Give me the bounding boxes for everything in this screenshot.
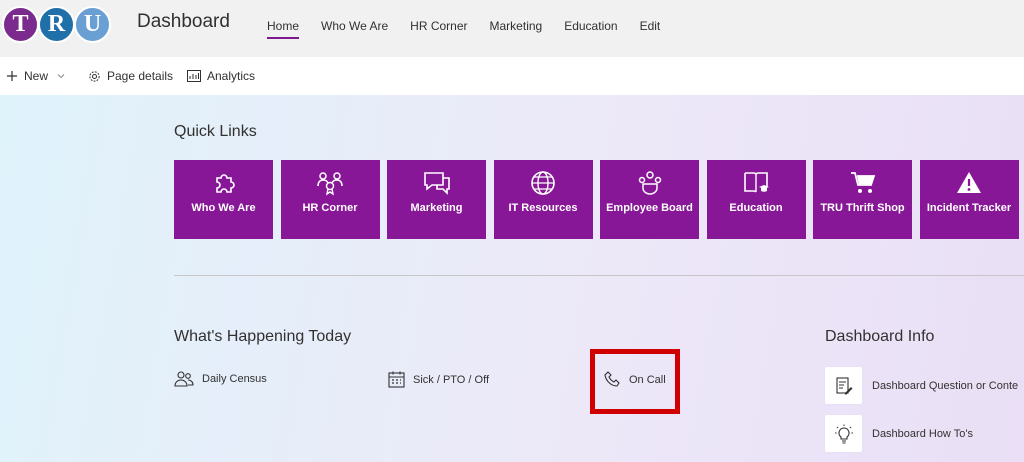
tile-label: Incident Tracker	[926, 202, 1012, 214]
dashboard-question-link[interactable]: Dashboard Question or Conte	[825, 367, 1018, 404]
dashboard-info-title: Dashboard Info	[825, 328, 935, 345]
dashboard-how-tos-link[interactable]: Dashboard How To's	[825, 415, 973, 452]
nav-home[interactable]: Home	[267, 19, 300, 39]
tile-label: Marketing	[410, 202, 463, 214]
dashboard-how-tos-label: Dashboard How To's	[872, 427, 973, 440]
edit-form-icon	[835, 376, 852, 394]
tile-who-we-are[interactable]: Who We Are	[174, 160, 273, 239]
lightbulb-icon	[834, 424, 853, 444]
calendar-icon	[388, 371, 405, 388]
sick-pto-off-link[interactable]: Sick / PTO / Off	[388, 371, 489, 388]
tile-tru-thrift-shop[interactable]: TRU Thrift Shop	[813, 160, 912, 239]
section-divider	[174, 275, 1024, 276]
sick-pto-off-label: Sick / PTO / Off	[413, 373, 490, 386]
tile-label: TRU Thrift Shop	[820, 202, 905, 214]
tile-label: Education	[729, 202, 783, 214]
page-canvas: Quick Links Who We Are HR Corner Marketi…	[0, 95, 1024, 462]
tile-it-resources[interactable]: IT Resources	[493, 160, 593, 239]
nav-hr-corner[interactable]: HR Corner	[410, 19, 467, 39]
nav-who-we-are[interactable]: Who We Are	[321, 19, 388, 39]
new-button[interactable]: New	[6, 69, 72, 83]
book-cap-icon	[744, 172, 769, 193]
analytics-icon	[187, 70, 201, 82]
command-bar: New Page details Analytics	[0, 57, 1024, 95]
top-nav: Home Who We Are HR Corner Marketing Educ…	[267, 19, 682, 39]
chat-bubbles-icon	[423, 172, 450, 195]
team-icon	[638, 171, 661, 195]
warning-icon	[957, 172, 981, 193]
tile-education[interactable]: Education	[706, 160, 806, 239]
tile-incident-tracker[interactable]: Incident Tracker	[919, 160, 1019, 239]
site-title[interactable]: Dashboard	[137, 11, 230, 33]
logo-letter-t: T	[2, 6, 39, 43]
quick-links-tiles: Who We Are HR Corner Marketing IT Resour…	[174, 160, 1024, 239]
tile-label: Employee Board	[606, 202, 693, 214]
tile-label: Who We Are	[191, 202, 256, 214]
logo-letter-r: R	[38, 6, 75, 43]
analytics-button[interactable]: Analytics	[187, 69, 255, 83]
site-header: T R U Dashboard Home Who We Are HR Corne…	[0, 0, 1024, 57]
nav-edit[interactable]: Edit	[640, 19, 661, 39]
dashboard-question-label: Dashboard Question or Conte	[872, 379, 1019, 392]
analytics-label: Analytics	[207, 69, 256, 83]
tile-marketing[interactable]: Marketing	[387, 160, 486, 239]
daily-census-label: Daily Census	[202, 373, 267, 385]
gear-icon	[89, 70, 100, 82]
chevron-down-icon	[57, 74, 65, 79]
tile-label: IT Resources	[508, 202, 578, 214]
quick-links-title: Quick Links	[174, 123, 257, 140]
page-details-label: Page details	[107, 69, 174, 83]
on-call-highlight-box	[590, 349, 680, 414]
page-details-button[interactable]: Page details	[88, 69, 173, 83]
puzzle-icon	[215, 174, 235, 193]
nav-marketing[interactable]: Marketing	[490, 19, 543, 39]
tile-label: HR Corner	[302, 202, 358, 214]
people-icon	[174, 371, 194, 387]
whats-happening-title: What's Happening Today	[174, 328, 352, 345]
site-logo[interactable]: T R U	[2, 6, 111, 43]
new-label: New	[24, 69, 49, 83]
logo-letter-u: U	[74, 6, 111, 43]
daily-census-link[interactable]: Daily Census	[174, 371, 267, 387]
tile-hr-corner[interactable]: HR Corner	[280, 160, 380, 239]
nav-education[interactable]: Education	[564, 19, 617, 39]
globe-icon	[531, 171, 555, 195]
people-award-icon	[317, 172, 343, 196]
tile-employee-board[interactable]: Employee Board	[600, 160, 699, 239]
cart-icon	[850, 172, 875, 193]
plus-icon	[7, 71, 17, 81]
